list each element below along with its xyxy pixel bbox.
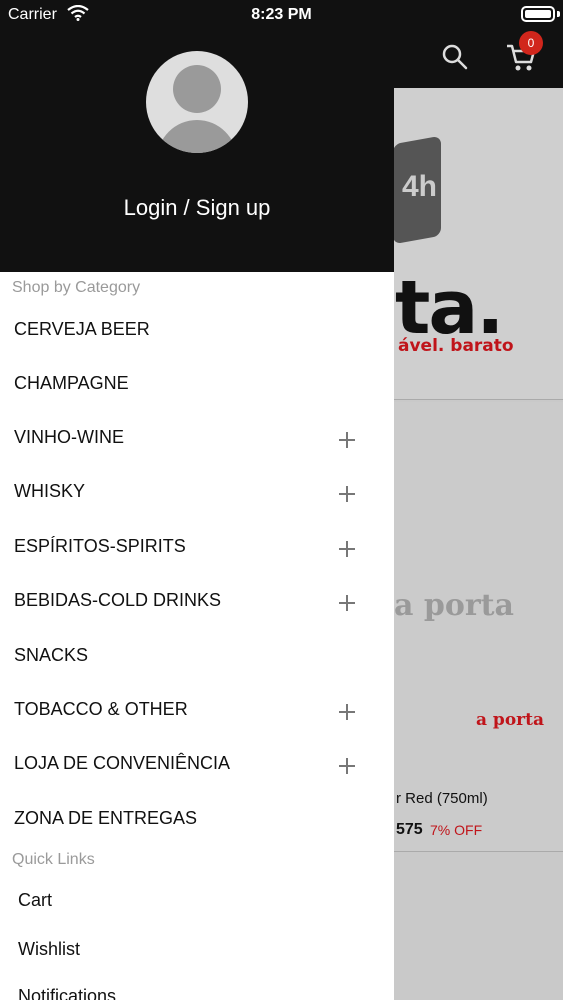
product-brand-logo: a porta xyxy=(476,710,544,730)
battery-icon xyxy=(521,6,555,22)
category-item-espiritos-spirits[interactable]: ESPÍRITOS-SPIRITS xyxy=(0,521,394,575)
category-label: LOJA DE CONVENIÊNCIA xyxy=(14,753,231,773)
login-signup-link[interactable]: Login / Sign up xyxy=(0,195,394,221)
category-item-vinho-wine[interactable]: VINHO-WINE xyxy=(0,412,394,466)
search-icon[interactable] xyxy=(442,44,468,70)
category-item-bebidas-cold-drinks[interactable]: BEBIDAS-COLD DRINKS xyxy=(0,575,394,629)
category-item-champagne[interactable]: CHAMPAGNE xyxy=(0,358,394,412)
expand-plus-icon[interactable] xyxy=(339,595,355,611)
quick-links-heading: Quick Links xyxy=(12,851,95,868)
product-discount: 7% OFF xyxy=(430,822,483,838)
category-label: ESPÍRITOS-SPIRITS xyxy=(14,536,186,556)
battery-tip xyxy=(557,11,560,17)
product-name: r Red (750ml) xyxy=(396,790,488,807)
category-item-snacks[interactable]: SNACKS xyxy=(0,630,394,684)
category-item-cerveja-beer[interactable]: CERVEJA BEER xyxy=(0,304,394,358)
expand-plus-icon[interactable] xyxy=(339,432,355,448)
category-label: SNACKS xyxy=(14,645,89,665)
status-bar: Carrier 8:23 PM xyxy=(0,0,563,30)
side-drawer: Login / Sign up Shop by Category CERVEJA… xyxy=(0,0,394,1000)
category-label: VINHO-WINE xyxy=(14,427,124,447)
category-item-whisky[interactable]: WHISKY xyxy=(0,466,394,520)
category-label: WHISKY xyxy=(14,481,86,501)
category-label: CHAMPAGNE xyxy=(14,373,129,393)
category-item-loja-de-conveniencia[interactable]: LOJA DE CONVENIÊNCIA xyxy=(0,738,394,792)
avatar[interactable] xyxy=(146,51,248,153)
banner-tagline: ável. barato xyxy=(398,336,514,356)
category-item-tobacco-other[interactable]: TOBACCO & OTHER xyxy=(0,684,394,738)
category-label: TOBACCO & OTHER xyxy=(14,699,188,719)
product-placeholder-watermark: a porta xyxy=(394,588,514,623)
banner-hours-text: 4h xyxy=(402,170,438,203)
quick-link-cart[interactable]: Cart xyxy=(18,890,52,911)
quick-link-wishlist[interactable]: Wishlist xyxy=(18,939,80,960)
shop-by-category-heading: Shop by Category xyxy=(12,279,141,296)
quick-link-notifications[interactable]: Notifications xyxy=(18,986,116,1000)
expand-plus-icon[interactable] xyxy=(339,758,355,774)
category-label: BEBIDAS-COLD DRINKS xyxy=(14,590,222,610)
cart-count-badge: 0 xyxy=(519,31,543,55)
expand-plus-icon[interactable] xyxy=(339,486,355,502)
category-label: ZONA DE ENTREGAS xyxy=(14,808,198,828)
clock: 8:23 PM xyxy=(251,6,312,23)
expand-plus-icon[interactable] xyxy=(339,541,355,557)
drawer-header: Login / Sign up xyxy=(0,0,394,272)
category-label: CERVEJA BEER xyxy=(14,319,150,339)
expand-plus-icon[interactable] xyxy=(339,704,355,720)
category-item-zona-de-entregas[interactable]: ZONA DE ENTREGAS xyxy=(0,793,394,847)
product-price: 575 xyxy=(396,821,423,838)
next-product-card[interactable] xyxy=(394,853,563,1000)
product-card[interactable] xyxy=(394,402,563,852)
